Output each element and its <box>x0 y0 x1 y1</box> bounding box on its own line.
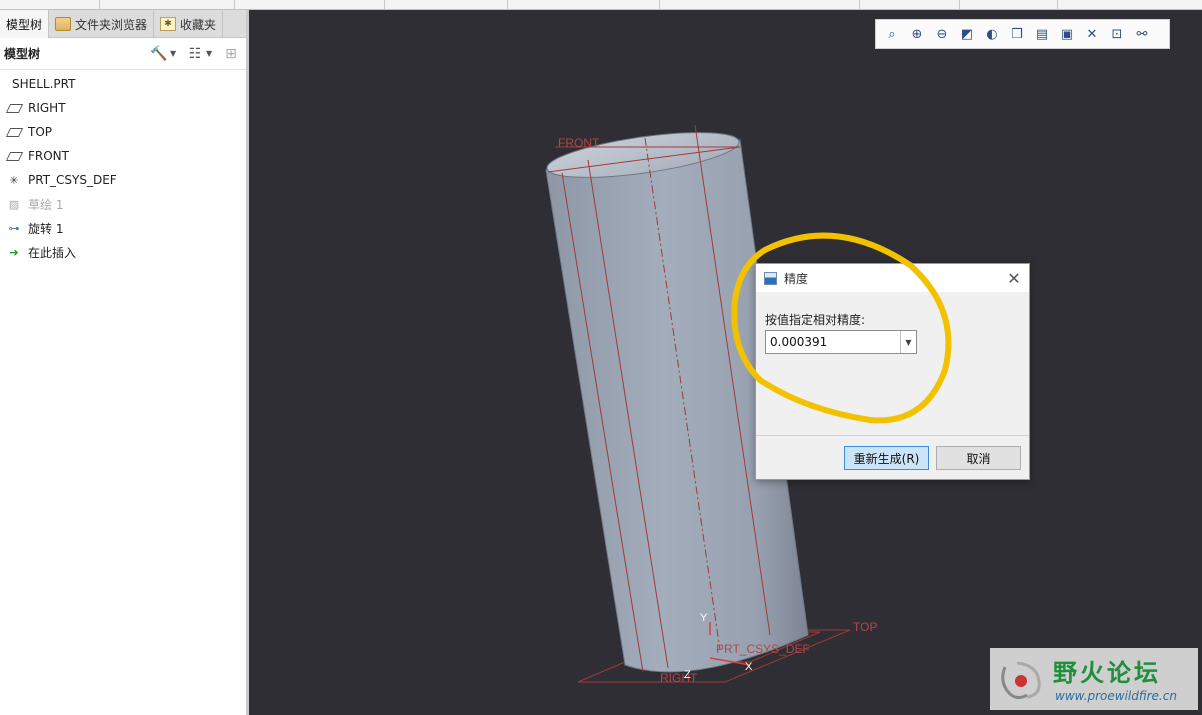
perspective-icon[interactable]: ▣ <box>1055 22 1079 46</box>
cancel-button[interactable]: 取消 <box>936 446 1021 470</box>
precision-combo[interactable]: 0.000391 ▼ <box>765 330 917 354</box>
tab-label: 文件夹浏览器 <box>75 17 148 32</box>
part-icon <box>2 77 6 91</box>
forum-url: www.proewildfire.cn <box>1055 689 1177 703</box>
folder-icon <box>55 17 72 31</box>
tree-item-front[interactable]: FRONT <box>0 144 246 168</box>
precision-field-label: 按值指定相对精度: <box>765 313 866 327</box>
tree-item-label: FRONT <box>28 149 69 163</box>
model-3d-view: FRONT TOP RIGHT PRT_CSYS_DEF Y X Z <box>545 124 877 685</box>
tree-item-shell-prt[interactable]: SHELL.PRT <box>0 72 246 96</box>
ribbon-strip <box>0 0 1202 10</box>
csys-icon: ✳ <box>9 173 19 187</box>
tree-item-label: 旋转 1 <box>28 221 64 236</box>
tab-favorites[interactable]: ✱ 收藏夹 <box>154 10 224 38</box>
chevron-down-icon[interactable]: ▼ <box>170 49 180 58</box>
dialog-separator <box>756 435 1029 436</box>
spin-center-icon[interactable]: ⚯ <box>1130 22 1154 46</box>
chevron-down-icon[interactable]: ▼ <box>900 331 916 353</box>
datum-plane-icon <box>5 125 23 139</box>
tree-filter-icon[interactable]: ⊞ <box>220 43 242 65</box>
forum-name: 野火论坛 <box>1053 659 1161 687</box>
panel-tabs: 模型树 文件夹浏览器 ✱ 收藏夹 <box>0 10 246 38</box>
repaint-icon[interactable]: ◩ <box>955 22 979 46</box>
model-tree-title: 模型树 <box>4 47 41 61</box>
label-axis-y: Y <box>700 612 708 624</box>
label-csys: PRT_CSYS_DEF <box>716 642 810 656</box>
tab-label: 收藏夹 <box>180 17 217 32</box>
chevron-down-icon[interactable]: ▼ <box>206 49 216 58</box>
view-toolbar: ⌕ ⊕ ⊖ ◩ ◐ ❒ ▤ ▣ ✕ ⊡ ⚯ <box>875 19 1170 49</box>
ribbon-group[interactable] <box>508 0 660 10</box>
label-top: TOP <box>853 620 877 634</box>
tree-item-label: 草绘 1 <box>28 197 64 212</box>
ribbon-group[interactable] <box>960 0 1058 10</box>
tree-item-top[interactable]: TOP <box>0 120 246 144</box>
app-icon <box>764 271 777 285</box>
regenerate-button[interactable]: 重新生成(R) <box>844 446 929 470</box>
forum-logo-icon <box>1001 661 1041 700</box>
close-icon[interactable]: ✕ <box>999 269 1029 288</box>
tree-item-label: RIGHT <box>28 101 66 115</box>
label-front: FRONT <box>558 136 600 150</box>
ribbon-group[interactable] <box>385 0 508 10</box>
label-axis-z: Z <box>684 669 691 681</box>
tree-item-right[interactable]: RIGHT <box>0 96 246 120</box>
label-axis-x: X <box>745 661 753 673</box>
annotation-display-icon[interactable]: ⊡ <box>1105 22 1129 46</box>
dialog-titlebar[interactable]: 精度 ✕ <box>756 264 1029 292</box>
tree-settings-icon[interactable]: 🔨 <box>148 43 170 65</box>
sketch-icon: ▨ <box>8 197 20 211</box>
datum-plane-icon <box>5 101 23 115</box>
ribbon-group[interactable] <box>235 0 385 10</box>
tab-folder-browser[interactable]: 文件夹浏览器 <box>49 10 155 38</box>
zoom-out-icon[interactable]: ⊖ <box>930 22 954 46</box>
display-style-icon[interactable]: ◐ <box>980 22 1004 46</box>
refit-icon[interactable]: ⌕ <box>880 22 904 46</box>
tree-columns-icon[interactable]: ☷ <box>184 43 206 65</box>
datum-display-icon[interactable]: ✕ <box>1080 22 1104 46</box>
saved-orientations-icon[interactable]: ❒ <box>1005 22 1029 46</box>
tree-item-label: 在此插入 <box>28 245 77 260</box>
ribbon-group[interactable] <box>860 0 960 10</box>
tree-item-label: PRT_CSYS_DEF <box>28 173 117 187</box>
model-tree: SHELL.PRT RIGHT TOP FRONT ✳ PRT_CSYS_DEF… <box>0 70 246 264</box>
tab-label: 模型树 <box>6 17 43 32</box>
ribbon-group[interactable] <box>660 0 860 10</box>
revolve-icon: ⊶ <box>8 221 20 235</box>
watermark: 野火论坛 www.proewildfire.cn <box>990 648 1198 710</box>
precision-dialog: 精度 ✕ 按值指定相对精度: 0.000391 ▼ 重新生成(R) 取消 <box>755 263 1030 480</box>
tree-item-label: SHELL.PRT <box>12 77 76 91</box>
precision-value[interactable]: 0.000391 <box>766 331 900 353</box>
ribbon-group[interactable] <box>0 0 100 10</box>
label-right: RIGHT <box>660 671 698 685</box>
left-panel: 模型树 文件夹浏览器 ✱ 收藏夹 模型树 🔨 ▼ ☷ ▼ ⊞ SHELL.PRT… <box>0 10 249 715</box>
tree-item-sketch[interactable]: ▨ 草绘 1 <box>0 192 246 216</box>
view-manager-icon[interactable]: ▤ <box>1030 22 1054 46</box>
dialog-title: 精度 <box>784 271 809 286</box>
zoom-in-icon[interactable]: ⊕ <box>905 22 929 46</box>
insert-arrow-icon: ➔ <box>9 245 19 259</box>
tree-item-csys[interactable]: ✳ PRT_CSYS_DEF <box>0 168 246 192</box>
tree-item-insert-here[interactable]: ➔ 在此插入 <box>0 240 246 264</box>
tree-item-revolve[interactable]: ⊶ 旋转 1 <box>0 216 246 240</box>
favorites-star-icon: ✱ <box>160 17 177 31</box>
tab-model-tree[interactable]: 模型树 <box>0 10 50 38</box>
tree-item-label: TOP <box>28 125 53 139</box>
model-tree-header: 模型树 🔨 ▼ ☷ ▼ ⊞ <box>0 38 246 70</box>
datum-plane-icon <box>5 149 23 163</box>
ribbon-group[interactable] <box>100 0 235 10</box>
